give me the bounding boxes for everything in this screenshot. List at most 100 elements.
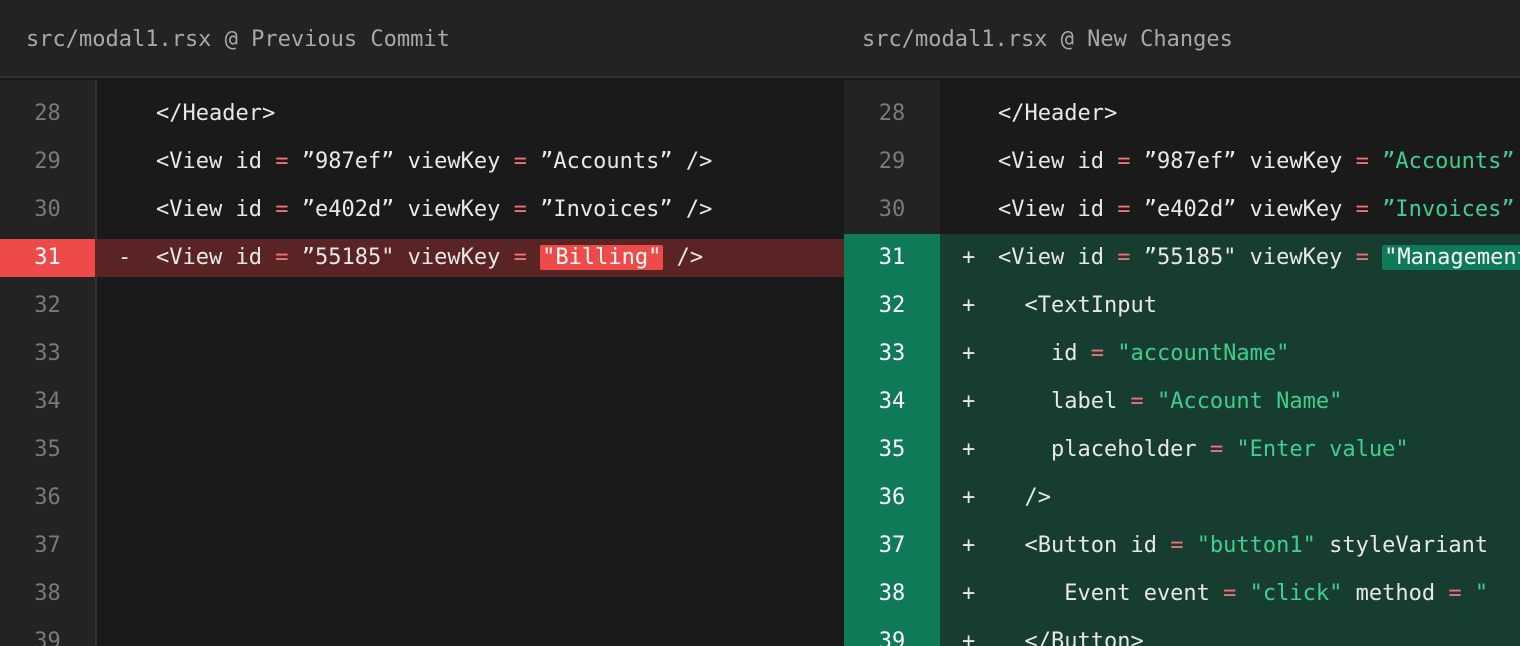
string-token: ": [1474, 581, 1489, 606]
code-text: id = "accountName": [998, 330, 1289, 378]
code-token: label: [998, 389, 1131, 414]
operator-token: =: [1209, 437, 1224, 462]
left-diff-line-33[interactable]: 33: [0, 330, 844, 378]
code-token: Event event: [998, 581, 1224, 606]
code-text: <View id = ”55185" viewKey = "Management…: [998, 234, 1520, 282]
right-diff-line-28[interactable]: 28 </Header>: [844, 90, 1520, 138]
line-number: 31: [844, 234, 940, 282]
code-token: <TextInput: [998, 293, 1157, 318]
operator-token: =: [1223, 581, 1237, 606]
code-token: <View id: [156, 149, 276, 174]
code-token: method: [1342, 581, 1449, 606]
diff-marker: +: [962, 245, 976, 270]
right-diff-line-37[interactable]: 37 + <Button id = "button1" styleVariant: [844, 522, 1520, 570]
line-number: 39: [844, 618, 940, 646]
code-text: <TextInput: [998, 282, 1157, 330]
operator-token: =: [513, 245, 527, 270]
added-highlight: "Management": [1382, 245, 1520, 270]
left-diff-line-39[interactable]: 39: [0, 618, 844, 646]
code-token: <View id: [998, 197, 1118, 222]
right-diff-line-36[interactable]: 36 + />: [844, 474, 1520, 522]
code-text: <View id = ”987ef” viewKey = ”Accounts” …: [998, 138, 1520, 186]
line-number: 34: [844, 378, 940, 426]
line-number: 32: [34, 293, 61, 318]
code-text: />: [998, 474, 1051, 522]
line-number: 32: [844, 282, 940, 330]
line-number: 29: [878, 149, 906, 174]
left-diff-line-30[interactable]: 30 <View id = ”e402d” viewKey = ”Invoices…: [0, 186, 844, 234]
right-diff-line-35[interactable]: 35 + placeholder = "Enter value": [844, 426, 1520, 474]
string-token: "accountName": [1117, 341, 1290, 366]
line-number: 29: [34, 149, 61, 174]
line-number: 37: [844, 522, 940, 570]
right-diff-line-39[interactable]: 39 + </Button>: [844, 618, 1520, 646]
code-token: ”e402d” viewKey: [288, 197, 514, 222]
left-diff-line-28[interactable]: 28 </Header>: [0, 90, 844, 138]
operator-token: =: [1117, 197, 1131, 222]
operator-token: =: [275, 197, 289, 222]
left-diff-line-34[interactable]: 34: [0, 378, 844, 426]
operator-token: =: [513, 149, 527, 174]
line-number: 38: [34, 581, 61, 606]
code-text: <View id = ”987ef” viewKey = ”Accounts” …: [156, 138, 712, 186]
code-text: <Button id = "button1" styleVariant: [998, 522, 1488, 570]
operator-token: =: [1090, 341, 1104, 366]
code-token: </Button>: [998, 629, 1144, 646]
line-number: 28: [878, 101, 906, 126]
right-diff-line-30[interactable]: 30 <View id = ”e402d” viewKey = ”Invoices…: [844, 186, 1520, 234]
code-text: <View id = ”55185" viewKey = "Billing" /…: [156, 239, 703, 277]
left-diff-line-29[interactable]: 29 <View id = ”987ef” viewKey = ”Accounts…: [0, 138, 844, 186]
code-token: <View id: [998, 149, 1118, 174]
code-text: </Header>: [156, 90, 275, 138]
diff-marker: +: [962, 581, 976, 606]
right-diff-line-29[interactable]: 29 <View id = ”987ef” viewKey = ”Accounts…: [844, 138, 1520, 186]
left-diff-line-31[interactable]: 31- <View id = ”55185" viewKey = "Billing…: [0, 239, 844, 277]
code-token: </Header>: [998, 101, 1118, 126]
left-diff-line-35[interactable]: 35: [0, 426, 844, 474]
code-token: id: [998, 341, 1091, 366]
line-number: 34: [34, 389, 61, 414]
right-code-lines[interactable]: 28 </Header> 29 <View id = ”987ef” viewKey …: [844, 90, 1520, 646]
code-token: />: [998, 485, 1051, 510]
removed-highlight: "Billing": [540, 245, 664, 270]
line-number: 35: [34, 437, 61, 462]
diff-marker: +: [962, 293, 976, 318]
left-diff-line-32[interactable]: 32: [0, 282, 844, 330]
left-diff-line-36[interactable]: 36: [0, 474, 844, 522]
left-code-lines[interactable]: 28 </Header> 29 <View id = ”987ef” viewKey …: [0, 90, 844, 646]
right-diff-line-33[interactable]: 33 + id = "accountName": [844, 330, 1520, 378]
line-number: 36: [34, 485, 61, 510]
right-pane-title: src/modal1.rsx @ New Changes: [844, 0, 1520, 78]
code-token: ”987ef” viewKey: [1130, 149, 1356, 174]
left-diff-pane: src/modal1.rsx @ Previous Commit 28 </Hea…: [0, 0, 844, 646]
string-token: "click": [1249, 581, 1343, 606]
right-diff-line-34[interactable]: 34 + label = "Account Name": [844, 378, 1520, 426]
line-number: 30: [34, 197, 61, 222]
code-token: ”55185" viewKey: [1130, 245, 1356, 270]
code-token: ”55185" viewKey: [288, 245, 514, 270]
code-token: <View id: [156, 197, 276, 222]
right-diff-line-32[interactable]: 32 + <TextInput: [844, 282, 1520, 330]
left-diff-line-38[interactable]: 38: [0, 570, 844, 618]
line-number: 33: [844, 330, 940, 378]
operator-token: =: [275, 149, 289, 174]
code-token: ”Invoices” />: [526, 197, 713, 222]
line-number: 38: [844, 570, 940, 618]
operator-token: =: [1130, 389, 1144, 414]
code-token: />: [663, 245, 704, 270]
code-text: Event event = "click" method = ": [998, 570, 1488, 618]
right-diff-line-38[interactable]: 38 + Event event = "click" method = ": [844, 570, 1520, 618]
operator-token: =: [1117, 245, 1131, 270]
line-number: 37: [34, 533, 61, 558]
diff-marker: -: [118, 245, 132, 270]
code-token: <View id: [998, 245, 1118, 270]
left-diff-line-37[interactable]: 37: [0, 522, 844, 570]
right-diff-line-31[interactable]: 31 + <View id = ”55185" viewKey = "Managem…: [844, 234, 1520, 282]
